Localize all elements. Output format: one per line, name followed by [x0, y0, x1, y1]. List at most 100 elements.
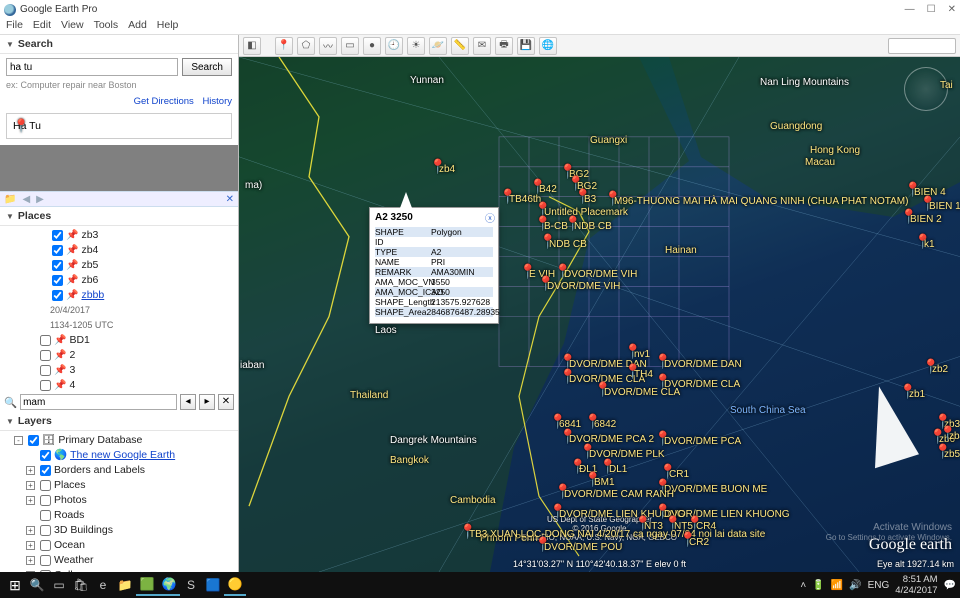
- places-panel-header[interactable]: ▼Places: [0, 207, 238, 226]
- map-pushpin[interactable]: 📍: [914, 233, 931, 250]
- map-pushpin[interactable]: 📍: [584, 471, 601, 488]
- get-directions-link[interactable]: Get Directions: [134, 96, 194, 107]
- tree-checkbox[interactable]: [40, 495, 51, 506]
- tree-item[interactable]: 📌4: [14, 378, 234, 392]
- sign-in-button[interactable]: Sign in: [888, 38, 956, 54]
- tree-checkbox[interactable]: [40, 525, 51, 536]
- task-skype[interactable]: S: [180, 574, 202, 596]
- tree-label[interactable]: Gallery: [54, 568, 87, 572]
- filter-clear-button[interactable]: ✕: [218, 394, 234, 410]
- tree-label[interactable]: Primary Database: [58, 433, 142, 448]
- task-view[interactable]: ▭: [48, 574, 70, 596]
- tree-label[interactable]: 4: [69, 378, 75, 392]
- tray-clock[interactable]: 8:51 AM4/24/2017: [895, 574, 937, 596]
- polygon-button[interactable]: ⬠: [297, 37, 315, 55]
- task-excel[interactable]: 🟩: [136, 574, 158, 596]
- maximize-button[interactable]: ☐: [927, 4, 936, 15]
- search-input[interactable]: [6, 58, 178, 76]
- tree-item[interactable]: 📌zb5: [14, 258, 234, 273]
- tree-checkbox[interactable]: [40, 570, 51, 572]
- print-button[interactable]: 🖶: [495, 37, 513, 55]
- map-pushpin[interactable]: 📍: [549, 413, 566, 430]
- expander-icon[interactable]: +: [26, 481, 35, 490]
- tray-chevron-up-icon[interactable]: ˄: [800, 580, 806, 591]
- minimize-button[interactable]: —: [905, 4, 915, 15]
- map-pushpin[interactable]: 📍: [922, 358, 939, 375]
- tree-item[interactable]: +Photos: [14, 493, 234, 508]
- map-pushpin[interactable]: 📍: [624, 363, 641, 380]
- tree-checkbox[interactable]: [40, 480, 51, 491]
- expander-icon[interactable]: +: [26, 541, 35, 550]
- tree-item[interactable]: 📌zb3: [14, 228, 234, 243]
- planet-button[interactable]: 🪐: [429, 37, 447, 55]
- tree-label[interactable]: 3: [69, 363, 75, 378]
- map-pushpin[interactable]: 📍: [579, 443, 596, 460]
- tree-label[interactable]: Borders and Labels: [54, 463, 145, 478]
- record-tour-button[interactable]: ●: [363, 37, 381, 55]
- tree-checkbox[interactable]: [40, 465, 51, 476]
- tree-item[interactable]: +Weather: [14, 553, 234, 568]
- tree-checkbox[interactable]: [40, 555, 51, 566]
- tree-item[interactable]: Roads: [14, 508, 234, 523]
- menu-edit[interactable]: Edit: [33, 19, 51, 34]
- image-overlay-button[interactable]: ▭: [341, 37, 359, 55]
- tree-label[interactable]: Roads: [54, 508, 84, 523]
- back-icon[interactable]: ◀: [22, 194, 30, 205]
- compass-nav[interactable]: [904, 67, 948, 111]
- map-pushpin[interactable]: 📍: [594, 381, 611, 398]
- tree-checkbox[interactable]: [40, 540, 51, 551]
- task-ge[interactable]: 🌍: [158, 574, 180, 596]
- map-pushpin[interactable]: 📍: [654, 353, 671, 370]
- expander-icon[interactable]: +: [26, 526, 35, 535]
- tree-item[interactable]: 📌3: [14, 363, 234, 378]
- map-pushpin[interactable]: 📍: [686, 515, 703, 532]
- balloon-close-button[interactable]: ⓧ: [485, 210, 495, 225]
- tree-label[interactable]: zb6: [81, 273, 98, 288]
- expander-icon[interactable]: +: [26, 466, 35, 475]
- tree-checkbox[interactable]: [40, 350, 51, 361]
- map-pushpin[interactable]: 📍: [934, 413, 951, 430]
- menu-help[interactable]: Help: [157, 19, 179, 34]
- tray-volume-icon[interactable]: 🔊: [849, 580, 861, 591]
- expander-icon[interactable]: +: [26, 556, 35, 565]
- tree-item[interactable]: +Ocean: [14, 538, 234, 553]
- tree-item[interactable]: 🌎The new Google Earth: [14, 448, 234, 463]
- map-pushpin[interactable]: 📍: [599, 458, 616, 475]
- tree-checkbox[interactable]: [28, 435, 39, 446]
- email-button[interactable]: ✉: [473, 37, 491, 55]
- hide-panel-button[interactable]: ◧: [243, 37, 261, 55]
- map-pushpin[interactable]: 📍: [569, 458, 586, 475]
- map-pushpin[interactable]: 📍: [899, 383, 916, 400]
- filter-next-button[interactable]: ▸: [199, 394, 215, 410]
- map-pushpin[interactable]: 📍: [654, 373, 671, 390]
- tree-item[interactable]: 📌zb4: [14, 243, 234, 258]
- search-result[interactable]: 📍 Hà Tu: [6, 113, 232, 139]
- tree-checkbox[interactable]: [52, 260, 63, 271]
- tray-notifications-icon[interactable]: 💬: [944, 580, 956, 591]
- tree-item[interactable]: 📌2: [14, 348, 234, 363]
- tree-item[interactable]: +Gallery: [14, 568, 234, 572]
- task-word[interactable]: 🟦: [202, 574, 224, 596]
- layers-panel-header[interactable]: ▼Layers: [0, 412, 238, 431]
- view-in-maps-button[interactable]: 🌐: [539, 37, 557, 55]
- tree-checkbox[interactable]: [52, 290, 63, 301]
- map-pushpin[interactable]: 📍: [659, 463, 676, 480]
- menu-add[interactable]: Add: [128, 19, 147, 34]
- tree-label[interactable]: zb3: [81, 228, 98, 243]
- search-button[interactable]: Search: [182, 58, 232, 76]
- placemark-button[interactable]: 📍: [275, 37, 293, 55]
- map-pushpin[interactable]: 📍: [654, 430, 671, 447]
- map-pushpin[interactable]: 📍: [929, 428, 946, 445]
- sunlight-button[interactable]: ☀: [407, 37, 425, 55]
- map-pushpin[interactable]: 📍: [679, 531, 696, 548]
- map-pushpin[interactable]: 📍: [939, 425, 956, 442]
- path-button[interactable]: 〰: [319, 37, 337, 55]
- tree-item[interactable]: +Places: [14, 478, 234, 493]
- folder-icon[interactable]: 📁: [4, 194, 16, 205]
- map-pushpin[interactable]: 📍: [934, 443, 951, 460]
- task-explorer[interactable]: 📁: [114, 574, 136, 596]
- tray-lang[interactable]: ENG: [868, 580, 890, 591]
- tree-label[interactable]: 3D Buildings: [54, 523, 113, 538]
- tree-label[interactable]: zbbb: [81, 288, 104, 303]
- close-button[interactable]: ✕: [948, 4, 956, 15]
